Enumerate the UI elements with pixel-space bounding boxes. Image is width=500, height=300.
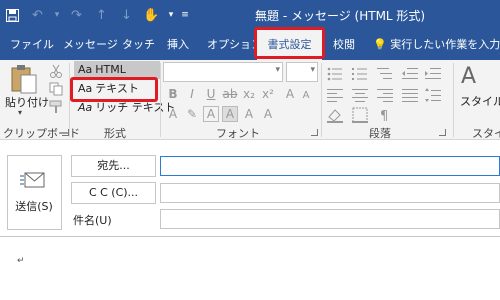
undo-dropdown-icon[interactable]: ▾ xyxy=(50,0,64,30)
italic-icon[interactable]: I xyxy=(184,86,200,102)
send-button[interactable] xyxy=(7,155,62,230)
strikethrough-icon[interactable]: ab xyxy=(222,86,238,102)
tab-file[interactable]: ファイル xyxy=(10,30,54,60)
subject-field[interactable] xyxy=(160,209,500,229)
paragraph-group-label: 段落 xyxy=(369,127,391,140)
decrease-indent-icon[interactable] xyxy=(402,66,418,82)
send-label: 送信(S) xyxy=(15,200,53,213)
highlight-icon[interactable]: ✎ xyxy=(184,106,200,122)
touch-dropdown-icon[interactable]: ▾ xyxy=(164,0,178,30)
tab-message[interactable]: メッセージ xyxy=(63,30,118,60)
styles-button[interactable]: スタイル xyxy=(460,93,500,109)
window-title: 無題 - メッセージ (HTML 形式) xyxy=(255,9,426,23)
underline-icon[interactable]: U xyxy=(203,86,219,102)
tell-me-box[interactable]: 💡 実行したい作業を入力して xyxy=(373,30,500,60)
cut-icon[interactable] xyxy=(49,64,63,78)
copy-icon[interactable] xyxy=(49,82,63,96)
paragraph-launcher-icon[interactable] xyxy=(439,129,446,136)
tab-review[interactable]: 校閲 xyxy=(333,30,355,60)
save-icon[interactable] xyxy=(0,0,25,30)
align-left-icon[interactable] xyxy=(327,87,343,103)
tell-me-text: 実行したい作業を入力して xyxy=(390,38,500,51)
format-html-prefix: Aa xyxy=(78,63,93,76)
down-arrow-icon[interactable]: ↓ xyxy=(114,0,139,30)
format-rich-prefix: Aa xyxy=(78,101,93,114)
customize-qat-icon[interactable]: ≡ xyxy=(178,0,192,30)
font-size-combo[interactable]: ▾ xyxy=(286,62,318,82)
format-painter-icon[interactable] xyxy=(49,100,63,114)
quick-access-toolbar: ↶ ▾ ↷ ↑ ↓ ✋ ▾ ≡ xyxy=(0,0,192,30)
font-name-combo[interactable]: ▾ xyxy=(163,62,283,82)
message-body[interactable] xyxy=(0,236,500,300)
increase-indent-icon[interactable] xyxy=(425,66,441,82)
svg-text:¶: ¶ xyxy=(380,109,388,123)
bold-icon[interactable]: B xyxy=(165,86,181,102)
align-right-icon[interactable] xyxy=(377,87,393,103)
clear-format-icon[interactable]: A xyxy=(241,106,257,122)
ribbon-tabs: ファイル メッセージ タッチ 挿入 オプション 書式設定 校閲 💡 実行したい作… xyxy=(0,30,500,60)
font-grow-icon[interactable]: A xyxy=(282,86,298,102)
borders-icon[interactable] xyxy=(352,107,368,123)
to-button[interactable]: 宛先... xyxy=(71,155,156,177)
subscript-icon[interactable]: x₂ xyxy=(241,86,257,102)
touch-mode-icon[interactable]: ✋ xyxy=(139,0,164,30)
format-html-label: HTML xyxy=(95,63,126,76)
text-effect-icon[interactable]: A xyxy=(260,106,276,122)
bullets-icon[interactable] xyxy=(327,66,343,82)
redo-icon[interactable]: ↷ xyxy=(64,0,89,30)
to-field[interactable] xyxy=(160,156,500,176)
tab-highlight-box xyxy=(254,27,325,59)
chevron-down-icon: ▾ xyxy=(310,65,315,75)
envelope-icon xyxy=(20,172,45,188)
format-rich-text-label: リッチ テキスト xyxy=(95,101,176,114)
group-separator xyxy=(321,63,322,137)
up-arrow-icon[interactable]: ↑ xyxy=(89,0,114,30)
cc-button[interactable]: C C (C)... xyxy=(71,182,156,204)
superscript-icon[interactable]: x² xyxy=(260,86,276,102)
subject-label: 件名(U) xyxy=(73,214,112,227)
lightbulb-icon: 💡 xyxy=(373,38,387,51)
tab-insert[interactable]: 挿入 xyxy=(167,30,189,60)
paragraph-mark: ↵ xyxy=(17,256,25,266)
char-shading-icon[interactable]: A xyxy=(222,106,238,122)
multilevel-list-icon[interactable] xyxy=(377,66,393,82)
chevron-down-icon: ▾ xyxy=(275,65,280,75)
font-group-label: フォント xyxy=(216,127,260,140)
char-border-icon[interactable]: A xyxy=(203,106,219,122)
format-group-label: 形式 xyxy=(104,127,126,140)
shading-icon[interactable] xyxy=(327,107,343,123)
line-spacing-icon[interactable] xyxy=(425,87,441,103)
format-text-highlight-box xyxy=(70,77,158,102)
align-center-icon[interactable] xyxy=(352,87,368,103)
show-marks-icon[interactable]: ¶ xyxy=(377,107,393,123)
font-shrink-icon[interactable]: A xyxy=(298,88,314,104)
undo-icon[interactable]: ↶ xyxy=(25,0,50,30)
font-color-icon[interactable]: A xyxy=(165,106,181,122)
font-launcher-icon[interactable] xyxy=(311,129,318,136)
group-separator xyxy=(453,63,454,137)
clipboard-launcher-icon[interactable] xyxy=(62,129,69,136)
paste-dropdown-icon[interactable]: ▾ xyxy=(18,108,22,117)
styles-icon[interactable]: A xyxy=(461,64,476,89)
title-bar: ↶ ▾ ↷ ↑ ↓ ✋ ▾ ≡ 無題 - メッセージ (HTML 形式) xyxy=(0,0,500,30)
paste-icon[interactable] xyxy=(8,63,40,95)
group-separator xyxy=(160,63,161,137)
styles-group-label: スタイ xyxy=(472,127,500,140)
paste-button[interactable]: 貼り付け xyxy=(5,94,49,110)
tab-touch[interactable]: タッチ xyxy=(122,30,155,60)
numbering-icon[interactable] xyxy=(352,66,368,82)
cc-field[interactable] xyxy=(160,183,500,203)
justify-icon[interactable] xyxy=(402,87,418,103)
